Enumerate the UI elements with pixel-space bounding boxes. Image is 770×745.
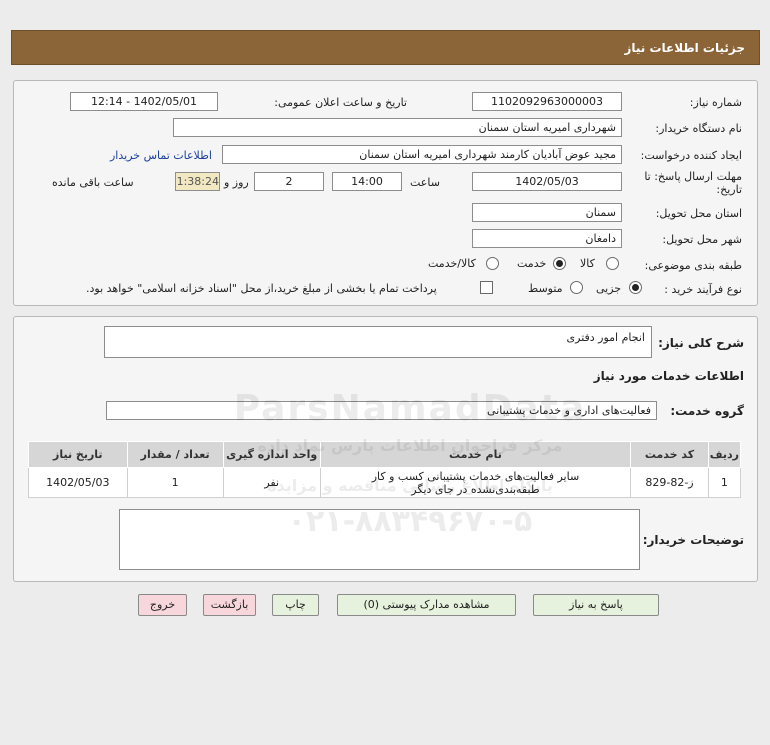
deadline-date-field: 1402/05/03 [472,172,622,191]
buyer-org-label: نام دستگاه خریدار: [655,122,742,135]
col-header-code: کد خدمت [630,441,709,468]
buyer-notes-label: توضیحات خریدار: [642,533,744,547]
cell-unit: نفر [222,467,321,498]
days-field: 2 [254,172,324,191]
category-label: طبقه بندی موضوعی: [644,259,742,272]
cell-date: 1402/05/03 [28,467,128,498]
cell-row-no: 1 [707,467,742,498]
service-group-label: گروه خدمت: [670,404,744,418]
services-title: اطلاعات خدمات مورد نیاز [593,369,744,383]
process-radio-minor[interactable] [629,281,642,294]
time-label: ساعت [410,176,440,189]
requester-field: مجید عوض آبادیان کارمند شهرداری امیریه ا… [222,145,622,164]
col-header-qty: تعداد / مقدار [126,441,224,468]
view-docs-button[interactable]: مشاهده مدارک پیوستی (0) [337,594,516,616]
cell-code: ز-82-829 [630,467,709,498]
requester-label: ایجاد کننده درخواست: [640,149,742,162]
province-label: استان محل تحویل: [655,207,742,220]
process-option-medium: متوسط [528,282,563,295]
col-header-date: تاریخ نیاز [28,441,128,468]
table-row: 1 ز-82-829 سایر فعالیت‌های خدمات پشتیبان… [28,467,742,498]
cell-qty: 1 [126,467,224,498]
category-option-goods-service: کالا/خدمت [428,257,476,270]
province-field: سمنان [472,203,622,222]
cell-name-line-1: سایر فعالیت‌های خدمات پشتیبانی کسب و کار [371,469,580,483]
announce-field: 1402/05/01 - 12:14 [70,92,218,111]
deadline-label-2: تاریخ: [716,183,742,196]
back-button[interactable]: بازگشت [203,594,256,616]
description-box: انجام امور دفتری [104,326,652,358]
description-text: انجام امور دفتری [566,331,645,344]
service-group-field: فعالیت‌های اداری و خدمات پشتیبانی [106,401,657,420]
col-header-unit: واحد اندازه گیری [222,441,321,468]
cell-name: سایر فعالیت‌های خدمات پشتیبانی کسب و کار… [319,467,632,498]
city-label: شهر محل تحویل: [662,233,742,246]
category-option-service: خدمت [517,257,547,270]
table-header-row: ردیف کد خدمت نام خدمت واحد اندازه گیری ت… [28,441,742,468]
deadline-time-field: 14:00 [332,172,402,191]
col-header-row-no: ردیف [707,441,742,468]
cell-name-line-2: طبقه‌بندی‌نشده در جای دیگر [411,482,540,496]
category-radio-service[interactable] [553,257,566,270]
need-info-panel [13,80,758,306]
process-label: نوع فرآیند خرید : [664,283,742,296]
page-header: جزئیات اطلاعات نیاز [11,30,760,65]
announce-label: تاریخ و ساعت اعلان عمومی: [274,96,407,109]
treasury-payment-checkbox[interactable] [480,281,493,294]
reply-button[interactable]: پاسخ به نیاز [533,594,659,616]
page-title: جزئیات اطلاعات نیاز [624,41,745,55]
contact-buyer-link[interactable]: اطلاعات تماس خریدار [110,149,212,162]
category-radio-goods-service[interactable] [486,257,499,270]
days-label: روز و [224,176,249,189]
category-option-goods: کالا [580,257,595,270]
need-number-label: شماره نیاز: [689,96,742,109]
process-option-minor: جزیی [596,282,622,295]
process-radio-medium[interactable] [570,281,583,294]
need-number-field: 1102092963000003 [472,92,622,111]
city-field: دامغان [472,229,622,248]
category-radio-goods[interactable] [606,257,619,270]
remaining-label: ساعت باقی مانده [52,176,134,189]
deadline-label-1: مهلت ارسال پاسخ: تا [644,170,742,183]
services-table: ردیف کد خدمت نام خدمت واحد اندازه گیری ت… [28,441,742,498]
payment-note: پرداخت تمام یا بخشی از مبلغ خرید،از محل … [86,282,437,295]
exit-button[interactable]: خروج [138,594,187,616]
remaining-time-field: 01:38:24 [175,172,220,191]
print-button[interactable]: چاپ [272,594,319,616]
buyer-notes-box [119,509,640,570]
buyer-org-field: شهرداری امیریه استان سمنان [173,118,622,137]
description-label: شرح کلی نیاز: [658,336,744,350]
col-header-name: نام خدمت [319,441,632,468]
